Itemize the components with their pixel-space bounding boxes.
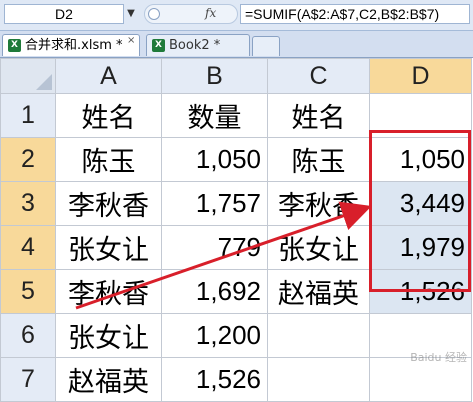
cell-b5[interactable]: 1,692 xyxy=(161,269,268,314)
new-tab-button[interactable] xyxy=(252,36,280,56)
cell-b3[interactable]: 1,757 xyxy=(161,181,268,226)
excel-file-icon: X xyxy=(8,39,21,52)
cell-c3[interactable]: 李秋香 xyxy=(267,181,370,226)
row-header[interactable]: 3 xyxy=(0,181,56,226)
row-header[interactable]: 5 xyxy=(0,269,56,314)
cell-b1[interactable]: 数量 xyxy=(161,93,268,138)
cell-d1[interactable] xyxy=(369,93,472,138)
cell-a6[interactable]: 张女让 xyxy=(55,313,162,358)
cell-b2[interactable]: 1,050 xyxy=(161,137,268,182)
column-header-c[interactable]: C xyxy=(267,58,370,94)
cell-b4[interactable]: 779 xyxy=(161,225,268,270)
cell-c5[interactable]: 赵福英 xyxy=(267,269,370,314)
cell-a7[interactable]: 赵福英 xyxy=(55,357,162,402)
close-icon[interactable]: × xyxy=(127,35,135,46)
cell-a3[interactable]: 李秋香 xyxy=(55,181,162,226)
insert-function-button[interactable]: fx xyxy=(205,6,216,20)
formula-bar-handle-icon[interactable] xyxy=(148,8,160,20)
cell-c1[interactable]: 姓名 xyxy=(267,93,370,138)
name-box-dropdown-icon[interactable]: ▼ xyxy=(124,4,138,24)
name-box[interactable]: D2 xyxy=(4,4,124,24)
cell-d3[interactable]: 3,449 xyxy=(369,181,472,226)
row-header[interactable]: 2 xyxy=(0,137,56,182)
column-header-b[interactable]: B xyxy=(161,58,268,94)
row-header[interactable]: 1 xyxy=(0,93,56,138)
cell-c6[interactable] xyxy=(267,313,370,358)
cell-a5[interactable]: 李秋香 xyxy=(55,269,162,314)
tab-workbook-1[interactable]: X 合并求和.xlsm * × xyxy=(2,34,140,56)
cell-b6[interactable]: 1,200 xyxy=(161,313,268,358)
column-header-a[interactable]: A xyxy=(55,58,162,94)
excel-file-icon: X xyxy=(152,39,165,52)
tab-workbook-2[interactable]: X Book2 * xyxy=(146,34,250,56)
tab-label: Book2 * xyxy=(169,38,221,53)
cell-a2[interactable]: 陈玉 xyxy=(55,137,162,182)
select-all-corner[interactable] xyxy=(0,58,56,94)
row-header[interactable]: 4 xyxy=(0,225,56,270)
watermark: Baidu 经验 xyxy=(410,351,467,364)
cell-c2[interactable]: 陈玉 xyxy=(267,137,370,182)
cell-c4[interactable]: 张女让 xyxy=(267,225,370,270)
cell-d4[interactable]: 1,979 xyxy=(369,225,472,270)
cell-d5[interactable]: 1,526 xyxy=(369,269,472,314)
cell-a1[interactable]: 姓名 xyxy=(55,93,162,138)
workbook-tab-strip: X 合并求和.xlsm * × X Book2 * xyxy=(0,31,473,58)
cell-a4[interactable]: 张女让 xyxy=(55,225,162,270)
formula-bar: D2 ▼ fx =SUMIF(A$2:A$7,C2,B$2:B$7) xyxy=(0,0,473,31)
cell-b7[interactable]: 1,526 xyxy=(161,357,268,402)
column-header-d[interactable]: D xyxy=(369,58,472,94)
spreadsheet-grid: A B C D 1 姓名 数量 姓名 2 陈玉 1,050 陈玉 1,050 3… xyxy=(0,58,472,402)
row-header[interactable]: 6 xyxy=(0,313,56,358)
tab-label: 合并求和.xlsm * xyxy=(25,38,123,53)
formula-tools: fx xyxy=(144,4,238,24)
formula-input[interactable]: =SUMIF(A$2:A$7,C2,B$2:B$7) xyxy=(240,4,470,24)
cell-c7[interactable] xyxy=(267,357,370,402)
cell-d2-active[interactable]: 1,050 xyxy=(369,137,472,182)
row-header[interactable]: 7 xyxy=(0,357,56,402)
